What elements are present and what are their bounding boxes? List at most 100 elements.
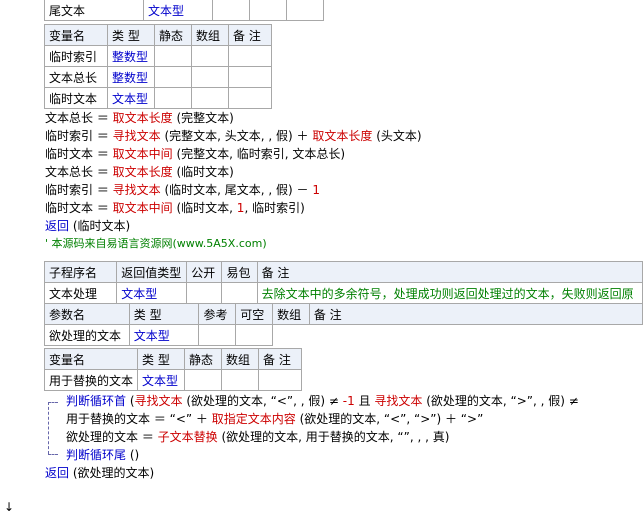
code-text: 临时文本 ＝ [45, 147, 113, 161]
function-name: 寻找文本 [112, 183, 161, 197]
number-literal: -1 [342, 394, 355, 408]
header-type: 类 型 [107, 24, 155, 46]
header-nullable: 可空 [235, 303, 274, 325]
function-name: 寻找文本 [112, 129, 161, 143]
header-var-name: 变量名 [44, 24, 108, 46]
code-line[interactable]: 临时文本 ＝ 取文本中间 (完整文本, 临时索引, 文本总长) [45, 145, 345, 163]
var-note-cell[interactable] [228, 87, 272, 109]
var-type-cell[interactable]: 文本型 [107, 87, 155, 109]
code-text: (完整文本) [172, 111, 234, 125]
var-array-cell[interactable] [221, 369, 260, 391]
var-type-cell[interactable]: 整数型 [107, 66, 155, 88]
code-text: 欲处理的文本 ＝ [66, 430, 158, 444]
param-type-cell[interactable]: 文本型 [128, 324, 200, 346]
code-text: (欲处理的文本, 用于替换的文本, “”, , , 真) [217, 430, 450, 444]
var-type-cell[interactable]: 整数型 [107, 45, 155, 67]
sub-note-cell[interactable]: 去除文本中的多余符号，处理成功则返回处理过的文本，失败则返回原 [256, 282, 643, 304]
var-note-cell[interactable] [258, 369, 303, 391]
code-line[interactable]: 文本总长 ＝ 取文本长度 (临时文本) [45, 163, 234, 181]
code-text: 用于替换的文本 ＝ “<” ＋ [66, 412, 212, 426]
sub-public-cell[interactable] [186, 282, 223, 304]
function-name: 取文本长度 [112, 111, 173, 125]
loop-keyword: 判断循环首 [66, 394, 127, 408]
var-name-cell[interactable]: 临时文本 [44, 87, 108, 109]
function-name: 取文本中间 [112, 147, 173, 161]
code-text: (欲处理的文本, “<”, , 假) ≠ [182, 394, 343, 408]
param-reference-cell[interactable] [198, 324, 237, 346]
table-row[interactable]: 用于替换的文本 文本型 [43, 369, 303, 391]
code-line[interactable]: 欲处理的文本 ＝ 子文本替换 (欲处理的文本, 用于替换的文本, “”, , ,… [66, 428, 449, 446]
var-array-cell[interactable] [191, 87, 229, 109]
code-line[interactable]: 文本总长 ＝ 取文本长度 (完整文本) [45, 109, 234, 127]
header-epackage: 易包 [221, 261, 258, 283]
code-line[interactable]: 判断循环首 (寻找文本 (欲处理的文本, “<”, , 假) ≠ -1 且 寻找… [66, 392, 579, 410]
sub-return-cell[interactable]: 文本型 [116, 282, 188, 304]
code-line[interactable]: 用于替换的文本 ＝ “<” ＋ 取指定文本内容 (欲处理的文本, “<”, “>… [66, 410, 483, 428]
var-name-cell[interactable]: 临时索引 [44, 45, 108, 67]
header-note: 备 注 [228, 24, 272, 46]
var-array-cell[interactable] [249, 0, 287, 21]
var-note-cell[interactable] [228, 45, 272, 67]
code-text: ( [126, 394, 135, 408]
var-array-cell[interactable] [191, 66, 229, 88]
var-static-cell[interactable] [154, 87, 192, 109]
header-note: 备 注 [308, 303, 643, 325]
code-text: (临时文本, [172, 201, 237, 215]
header-var-name: 变量名 [43, 348, 139, 370]
code-line[interactable]: 临时文本 ＝ 取文本中间 (临时文本, 1, 临时索引) [45, 199, 305, 217]
header-reference: 参考 [198, 303, 237, 325]
code-line[interactable]: 返回 (临时文本) [45, 217, 130, 235]
code-line[interactable]: 临时索引 ＝ 寻找文本 (完整文本, 头文本, , 假) ＋ 取文本长度 (头文… [45, 127, 422, 145]
var-name-cell[interactable]: 用于替换的文本 [43, 369, 139, 391]
code-text: 临时索引 ＝ [45, 129, 113, 143]
header-public: 公开 [186, 261, 223, 283]
sub-epackage-cell[interactable] [221, 282, 258, 304]
local-var-table: 变量名 类 型 静态 数组 备 注 临时索引 整数型 文本总长 整数型 临时文本… [44, 24, 272, 109]
editor-gutter: ↓ [0, 0, 18, 518]
table-row[interactable]: 临时索引 整数型 [44, 45, 272, 67]
var-name-cell[interactable]: 尾文本 [44, 0, 144, 21]
code-text: (头文本) [372, 129, 422, 143]
function-name: 寻找文本 [374, 394, 423, 408]
header-param-name: 参数名 [44, 303, 130, 325]
var-type-cell[interactable]: 文本型 [143, 0, 213, 21]
var-name-cell[interactable]: 文本总长 [44, 66, 108, 88]
code-line[interactable]: 返回 (欲处理的文本) [45, 464, 154, 482]
code-line[interactable]: 临时索引 ＝ 寻找文本 (临时文本, 尾文本, , 假) － 1 [45, 181, 320, 199]
header-note: 备 注 [258, 348, 303, 370]
var-static-cell[interactable] [212, 0, 250, 21]
code-text: (欲处理的文本, “>”, , 假) ≠ [422, 394, 579, 408]
code-text: (临时文本) [172, 165, 234, 179]
code-text: (完整文本, 头文本, , 假) ＋ [160, 129, 313, 143]
comment-line[interactable]: ' 本源码来自易语言资源网(www.5A5X.com) [45, 235, 267, 253]
table-row[interactable]: 欲处理的文本 文本型 [44, 324, 643, 346]
param-nullable-cell[interactable] [235, 324, 274, 346]
code-text: (欲处理的文本) [69, 466, 155, 480]
var-note-cell[interactable] [286, 0, 324, 21]
var-static-cell[interactable] [154, 45, 192, 67]
code-text: (欲处理的文本, “<”, “>”) ＋ “>” [295, 412, 484, 426]
var-static-cell[interactable] [184, 369, 223, 391]
code-line[interactable]: 判断循环尾 () [66, 446, 139, 464]
var-type-cell[interactable]: 文本型 [137, 369, 186, 391]
table-row[interactable]: 临时文本 文本型 [44, 87, 272, 109]
param-table: 参数名 类 型 参考 可空 数组 备 注 欲处理的文本 文本型 [44, 303, 643, 346]
var-table-partial: 尾文本 文本型 [44, 0, 324, 21]
code-text: 文本总长 ＝ [45, 165, 113, 179]
code-text: (临时文本, 尾文本, , 假) － [160, 183, 313, 197]
sub-name-cell[interactable]: 文本处理 [43, 282, 118, 304]
header-note: 备 注 [256, 261, 643, 283]
number-literal: 1 [312, 183, 320, 197]
var-array-cell[interactable] [191, 45, 229, 67]
table-row[interactable]: 文本处理 文本型 去除文本中的多余符号，处理成功则返回处理过的文本，失败则返回原 [43, 282, 643, 304]
table-row[interactable]: 文本总长 整数型 [44, 66, 272, 88]
code-text: 临时文本 ＝ [45, 201, 113, 215]
function-name: 取文本长度 [112, 165, 173, 179]
subroutine-table: 子程序名 返回值类型 公开 易包 备 注 文本处理 文本型 去除文本中的多余符号… [43, 261, 643, 304]
return-keyword: 返回 [45, 219, 70, 233]
header-sub-name: 子程序名 [43, 261, 118, 283]
loop-fold-guide [48, 402, 49, 454]
var-static-cell[interactable] [154, 66, 192, 88]
param-name-cell[interactable]: 欲处理的文本 [44, 324, 130, 346]
var-note-cell[interactable] [228, 66, 272, 88]
